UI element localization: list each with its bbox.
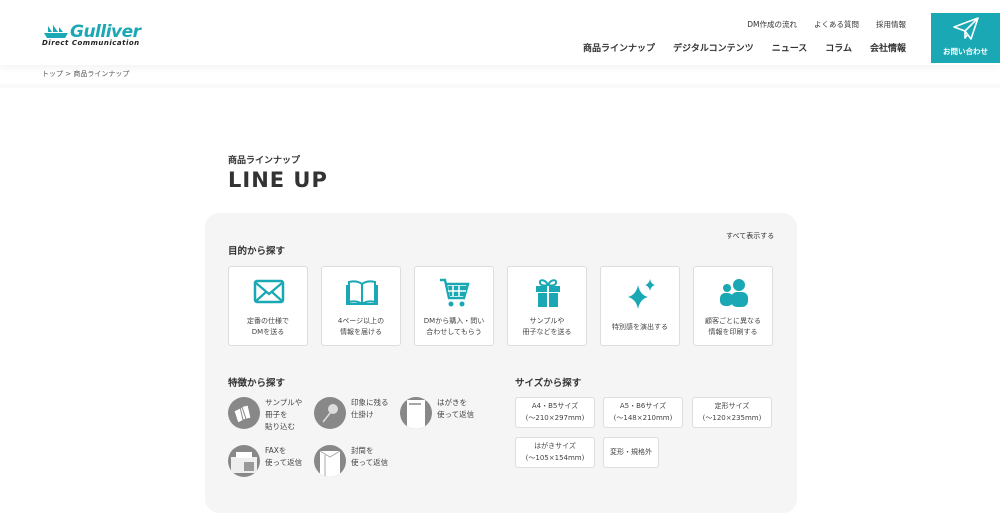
feature-label: FAXを 使って返信 — [265, 446, 303, 467]
nav-news[interactable]: ニュース — [772, 41, 808, 54]
envelope-return-icon — [314, 445, 346, 477]
nav-company[interactable]: 会社情報 — [870, 41, 906, 54]
contact-button[interactable]: お問い合わせ — [931, 13, 1000, 63]
people-icon — [720, 279, 748, 307]
purpose-label: サンプルや 冊子などを送る — [522, 317, 572, 336]
page-title: LINE UP — [228, 168, 328, 192]
ship-logo-icon — [44, 25, 68, 38]
subnav-dm-flow[interactable]: DM作成の流れ — [747, 19, 797, 30]
pin-icon — [314, 397, 346, 429]
purpose-heading: 目的から探す — [228, 246, 286, 257]
size-heading: サイズから探す — [515, 378, 582, 389]
sub-nav: DM作成の流れ よくある質問 採用情報 — [747, 19, 906, 30]
divider — [0, 84, 1000, 88]
fax-icon — [228, 445, 260, 477]
size-a5-b6-button[interactable]: A5・B6サイズ (〜148×210mm) — [603, 397, 683, 428]
purpose-label: 定番の仕様で DMを送る — [247, 317, 289, 336]
feature-label: サンプルや 冊子を 貼り込む — [265, 398, 303, 431]
site-header: Gulliver Direct Communication DM作成の流れ よく… — [0, 0, 1000, 65]
feature-label: はがきを 使って返信 — [437, 398, 475, 419]
cards-icon — [228, 397, 260, 429]
paper-plane-icon — [953, 17, 979, 40]
purpose-card[interactable]: 顧客ごとに異なる 情報を印刷する — [693, 266, 773, 346]
book-icon — [346, 280, 378, 306]
size-standard-button[interactable]: 定形サイズ (〜120×235mm) — [692, 397, 772, 428]
purpose-card[interactable]: サンプルや 冊子などを送る — [507, 266, 587, 346]
purpose-label: DMから購入・問い 合わせしてもらう — [423, 317, 485, 336]
feature-item[interactable]: はがきを 使って返信 — [400, 397, 474, 429]
size-irregular-button[interactable]: 変形・規格外 — [603, 437, 659, 468]
subnav-recruit[interactable]: 採用情報 — [876, 19, 906, 30]
postcard-icon — [400, 397, 432, 429]
page-eyebrow: 商品ラインナップ — [228, 156, 301, 166]
sparkle-icon — [628, 279, 655, 309]
feature-item[interactable]: 封筒を 使って返信 — [314, 445, 388, 477]
feature-label: 印象に残る 仕掛け — [351, 398, 389, 419]
cart-icon — [440, 278, 470, 307]
feature-item[interactable]: サンプルや 冊子を 貼り込む — [228, 397, 302, 433]
purpose-card[interactable]: 定番の仕様で DMを送る — [228, 266, 308, 346]
size-postcard-button[interactable]: はがきサイズ (〜105×154mm) — [515, 437, 595, 468]
feature-heading: 特徴から探す — [228, 378, 286, 389]
gift-icon — [536, 279, 560, 307]
nav-digital[interactable]: デジタルコンテンツ — [673, 41, 754, 54]
size-a4-b5-button[interactable]: A4・B5サイズ (〜210×297mm) — [515, 397, 595, 428]
feature-item[interactable]: FAXを 使って返信 — [228, 445, 302, 477]
purpose-label: 特別感を演出する — [612, 322, 668, 331]
contact-label: お問い合わせ — [943, 47, 988, 56]
purpose-card[interactable]: DMから購入・問い 合わせしてもらう — [414, 266, 494, 346]
subnav-faq[interactable]: よくある質問 — [814, 19, 859, 30]
logo-tagline: Direct Communication — [42, 39, 140, 47]
feature-item[interactable]: 印象に残る 仕掛け — [314, 397, 389, 429]
purpose-label: 顧客ごとに異なる 情報を印刷する — [705, 317, 761, 336]
purpose-label: 4ページ以上の 情報を届ける — [337, 317, 385, 336]
envelope-icon — [253, 279, 285, 304]
breadcrumb[interactable]: トップ > 商品ラインナップ — [42, 69, 129, 79]
nav-lineup[interactable]: 商品ラインナップ — [583, 41, 655, 54]
purpose-card[interactable]: 4ページ以上の 情報を届ける — [321, 266, 401, 346]
purpose-card[interactable]: 特別感を演出する — [600, 266, 680, 346]
main-nav: 商品ラインナップ デジタルコンテンツ ニュース コラム 会社情報 — [583, 41, 906, 54]
feature-label: 封筒を 使って返信 — [351, 446, 389, 467]
nav-column[interactable]: コラム — [825, 41, 852, 54]
show-all-link[interactable]: すべて表示する — [726, 231, 774, 241]
